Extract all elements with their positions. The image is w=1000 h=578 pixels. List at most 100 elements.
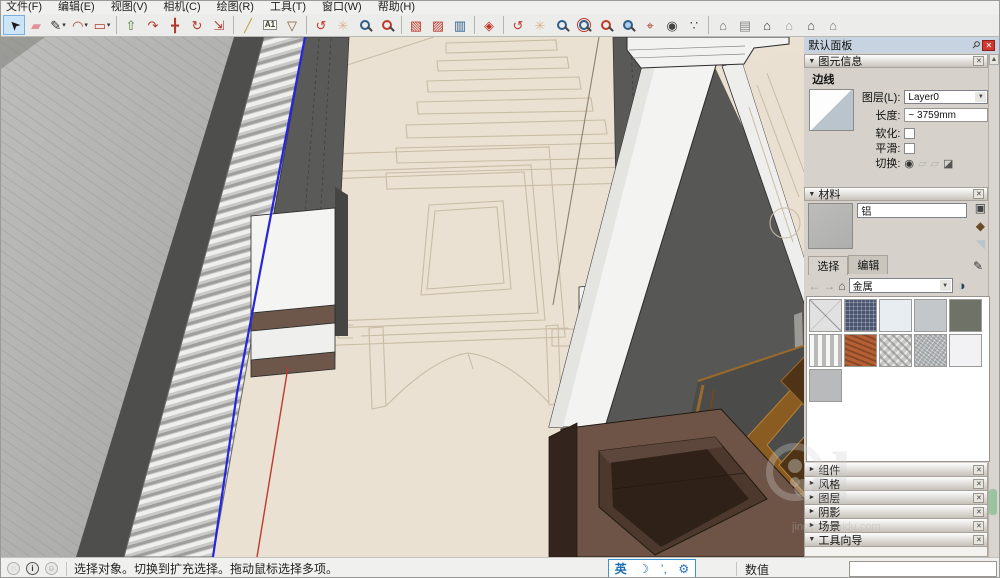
back-arrow-icon[interactable]: ← (808, 279, 820, 293)
chevron-down-icon[interactable]: ▼ (940, 280, 951, 291)
material-swatch-white-metal[interactable] (949, 334, 982, 367)
material-swatch-light-blue-metal[interactable] (879, 299, 912, 332)
material-swatch-blue-metal-grid[interactable] (844, 299, 877, 332)
material-swatch-olive-metal[interactable] (949, 299, 982, 332)
tray-section-close-button[interactable]: ✕ (973, 493, 984, 503)
move-tool[interactable]: ╋ (164, 15, 186, 35)
tray-section-close-button[interactable]: ✕ (973, 521, 984, 531)
measurements-field[interactable] (849, 561, 997, 577)
collapse-icon[interactable]: ▼ (808, 58, 815, 65)
text-tool[interactable]: A1 (259, 15, 281, 35)
tab-select[interactable]: 选择 (808, 256, 848, 275)
material-swatch-plain-gray-metal[interactable] (809, 369, 842, 402)
menu-camera[interactable]: 相机(C) (163, 1, 200, 14)
visibility-eye-icon[interactable]: ◉ (904, 157, 914, 170)
eraser-tool[interactable]: ▰ (25, 15, 47, 35)
rotate-tool[interactable]: ↻ (186, 15, 208, 35)
chevron-down-icon[interactable]: ▼ (975, 92, 986, 102)
section-plane-tool[interactable]: ▧ (405, 15, 427, 35)
collapse-icon[interactable]: ▼ (808, 191, 815, 198)
collapse-icon[interactable]: ► (808, 522, 815, 529)
pan-tool[interactable]: ✳ (332, 15, 354, 35)
zoom-tool[interactable] (354, 15, 376, 35)
material-swatch-light-gray-metal[interactable] (914, 299, 947, 332)
zoom-extents-tool-2[interactable] (595, 15, 617, 35)
preview-arrow-icon[interactable]: ◥ (976, 238, 985, 250)
material-name-field[interactable]: 铝 (857, 203, 967, 218)
collapse-icon[interactable]: ► (808, 494, 815, 501)
material-swatch-rusted-metal[interactable] (844, 334, 877, 367)
collapse-icon[interactable]: ► (808, 480, 815, 487)
zoom-previous-tool[interactable] (617, 15, 639, 35)
styles-tool[interactable]: ◈ (478, 15, 500, 35)
material-category-dropdown[interactable]: 金属 ▼ (849, 278, 953, 293)
signin-icon[interactable]: ☺ (45, 562, 58, 575)
select-tool[interactable]: ➤ (3, 15, 25, 35)
orbit-tool[interactable]: ↺ (310, 15, 332, 35)
view-top-icon[interactable]: ⌂ (778, 15, 800, 35)
in-model-icon[interactable]: ◑ (958, 278, 966, 293)
zoom-extents-tool[interactable] (376, 15, 398, 35)
collapse-icon[interactable]: ► (808, 508, 815, 515)
menu-view[interactable]: 视图(V) (111, 1, 148, 14)
view-front-icon[interactable]: ⌂ (756, 15, 778, 35)
entity-info-header[interactable]: ▼ 图元信息 ✕ (804, 54, 988, 68)
tab-edit[interactable]: 编辑 (848, 255, 888, 274)
materials-header[interactable]: ▼ 材料 ✕ (804, 187, 988, 201)
menu-draw[interactable]: 绘图(R) (217, 1, 254, 14)
ime-toolbar[interactable]: 英 ☽ ’, ⚙ (608, 559, 696, 578)
tray-section-close-button[interactable]: ✕ (973, 535, 984, 545)
menu-tools[interactable]: 工具(T) (270, 1, 306, 14)
cast-shadows-icon[interactable]: ▱ (930, 157, 938, 170)
section-fill-tool[interactable]: ▥ (449, 15, 471, 35)
material-swatch-diamond-plate[interactable] (879, 334, 912, 367)
position-camera-tool[interactable]: ⌖ (639, 15, 661, 35)
collapse-icon[interactable]: ▼ (808, 536, 815, 543)
tray-section-close-button[interactable]: ✕ (973, 507, 984, 517)
ime-punct-button[interactable]: ’, (661, 562, 667, 576)
pushpull-tool[interactable]: ⇧ (120, 15, 142, 35)
tray-section-close-button[interactable]: ✕ (973, 465, 984, 475)
material-swatch-corrugated-metal[interactable] (809, 334, 842, 367)
ime-lang-button[interactable]: 英 (615, 560, 627, 577)
forward-arrow-icon[interactable]: → (823, 279, 835, 293)
create-material-icon[interactable]: ▣ (975, 202, 986, 214)
view-back-icon[interactable]: ▤ (734, 15, 756, 35)
home-icon[interactable]: ⌂ (838, 279, 845, 293)
credits-icon[interactable]: i (26, 562, 39, 575)
edit-pencil-icon[interactable]: ✎ (973, 259, 983, 273)
line-tool[interactable]: ✎▾ (47, 15, 69, 35)
zoom-window-tool[interactable] (573, 15, 595, 35)
receive-shadows-icon[interactable]: ◪ (943, 157, 953, 170)
tray-section-close-button[interactable]: ✕ (973, 479, 984, 489)
orbit-tool-2[interactable]: ↺ (507, 15, 529, 35)
pan-tool-2[interactable]: ✳ (529, 15, 551, 35)
look-around-tool[interactable]: ◉ (661, 15, 683, 35)
length-field[interactable]: ~ 3759mm (904, 108, 988, 122)
entity-info-close-button[interactable]: ✕ (973, 56, 984, 66)
material-swatch-aluminum-cross[interactable] (809, 299, 842, 332)
menu-edit[interactable]: 编辑(E) (58, 1, 95, 14)
arc-tool[interactable]: ◠▾ (69, 15, 91, 35)
materials-close-button[interactable]: ✕ (973, 189, 984, 199)
tray-scroll-up-icon[interactable]: ▲ (989, 54, 999, 65)
soften-checkbox[interactable] (904, 128, 915, 139)
tray-close-button[interactable]: ✕ (982, 40, 995, 51)
ime-moon-icon[interactable]: ☽ (638, 562, 649, 576)
ime-gear-icon[interactable]: ⚙ (678, 562, 689, 576)
layer-dropdown[interactable]: Layer0 ▼ (904, 90, 988, 104)
menu-help[interactable]: 帮助(H) (378, 1, 415, 14)
model-viewport[interactable] (1, 37, 804, 557)
collapse-icon[interactable]: ► (808, 466, 815, 473)
zoom-tool-2[interactable] (551, 15, 573, 35)
material-swatch-speckled-metal[interactable] (914, 334, 947, 367)
geolocation-icon[interactable]: ◌ (7, 562, 20, 575)
smooth-checkbox[interactable] (904, 143, 915, 154)
pin-icon[interactable]: ⚲ (969, 39, 982, 52)
section-cut-display-tool[interactable]: ▨ (427, 15, 449, 35)
menu-file[interactable]: 文件(F) (6, 1, 42, 14)
scale-tool[interactable]: ⇲ (208, 15, 230, 35)
view-right-icon[interactable]: ⌂ (822, 15, 844, 35)
rectangle-tool[interactable]: ▭▾ (91, 15, 113, 35)
walk-tool[interactable]: ∵ (683, 15, 705, 35)
